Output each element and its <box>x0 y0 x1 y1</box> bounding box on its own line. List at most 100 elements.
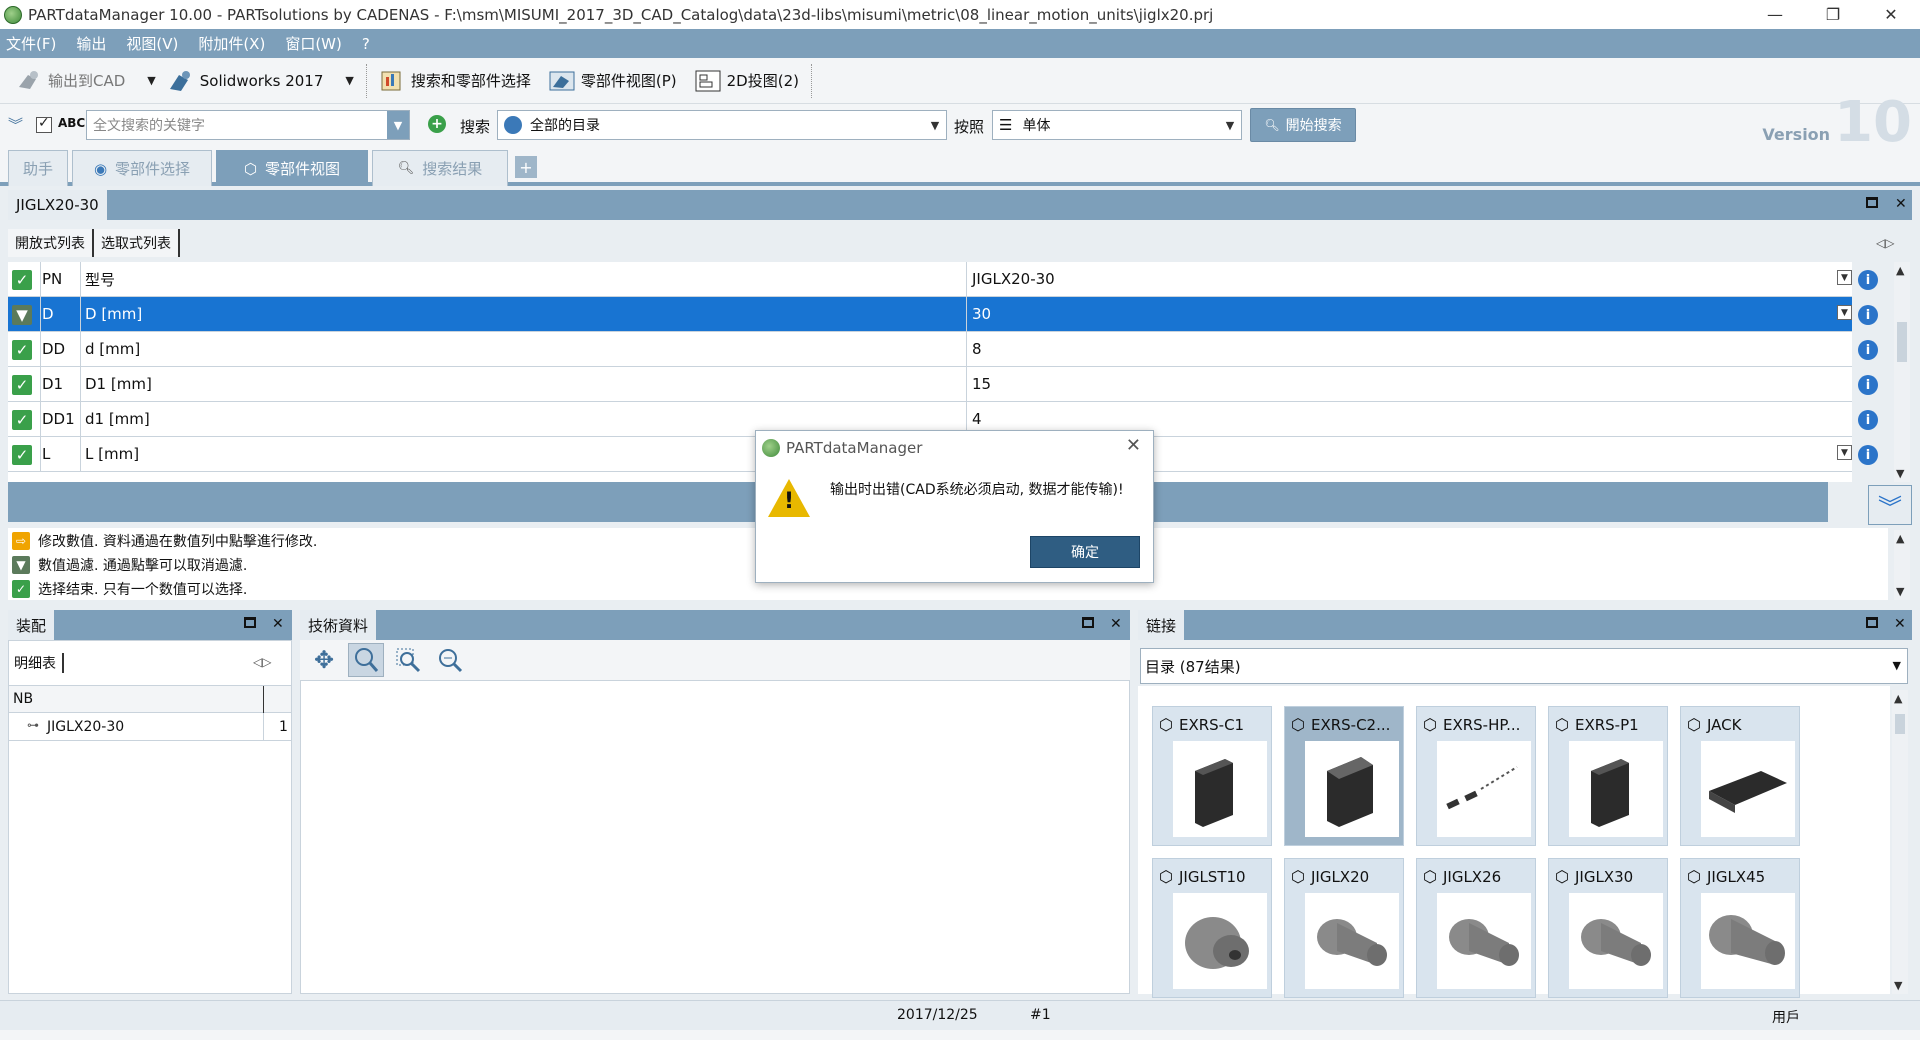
zoom-fit-icon[interactable] <box>432 643 468 677</box>
maximize-icon[interactable] <box>1866 616 1878 632</box>
add-search-icon[interactable]: + <box>428 115 446 133</box>
tech-drawing-area[interactable] <box>300 680 1130 994</box>
part-cube-icon: ⬡ <box>1291 715 1305 734</box>
table-row[interactable]: ▼ D D [mm] 30 ▼ <box>8 297 1852 332</box>
link-thumbnail[interactable]: ⬡ EXRS-HP... <box>1416 706 1536 846</box>
tab-bom[interactable]: 明细表 <box>8 653 64 673</box>
links-scrollbar[interactable]: ▲ ▼ <box>1892 690 1908 994</box>
start-search-button[interactable]: 🔍︎ 開始搜索 <box>1250 108 1356 142</box>
chevron-down-icon[interactable]: ▼ <box>387 111 409 139</box>
search-and-select-button[interactable]: 搜索和零部件选择 <box>373 63 537 99</box>
arrow-right-icon: ⇨ <box>12 532 30 550</box>
pan-icon[interactable]: ✥ <box>306 643 342 677</box>
maximize-icon[interactable] <box>244 616 256 632</box>
zoom-icon[interactable] <box>348 643 384 677</box>
close-icon[interactable]: ✕ <box>272 616 284 632</box>
info-icon[interactable]: i <box>1858 410 1878 430</box>
chevron-down-icon[interactable]: ▼ <box>924 111 946 139</box>
scroll-left-right-icon[interactable]: ◁▷ <box>1876 236 1894 250</box>
restore-button[interactable]: ❐ <box>1804 0 1862 29</box>
link-thumbnail[interactable]: ⬡ EXRS-C1 <box>1152 706 1272 846</box>
ok-button[interactable]: 确定 <box>1030 536 1140 568</box>
menu-addons[interactable]: 附加件(X) <box>198 33 265 54</box>
abc-checkbox[interactable] <box>36 115 52 133</box>
expand-chevron-icon[interactable]: ︾ <box>8 114 23 135</box>
keyword-search-input[interactable]: 全文搜索的关键字 ▼ <box>86 110 410 140</box>
info-icon[interactable]: i <box>1858 305 1878 325</box>
link-thumbnail[interactable]: ⬡ JIGLX20 <box>1284 858 1404 998</box>
column-nb: NB <box>13 691 34 707</box>
chevron-up-icon[interactable]: ▲ <box>1896 264 1904 277</box>
minimize-button[interactable]: — <box>1746 0 1804 29</box>
table-row[interactable]: ✓ DD d [mm] 8 <box>8 332 1852 367</box>
info-icon[interactable]: i <box>1858 445 1878 465</box>
chevron-down-icon[interactable]: ▼ <box>1837 445 1852 460</box>
tab-assistant[interactable]: 助手 <box>8 150 68 186</box>
link-thumbnail[interactable]: ⬡ JIGLX45 <box>1680 858 1800 998</box>
links-catalog-dropdown[interactable]: 目录 (87结果) ▼ <box>1140 648 1908 684</box>
search-mode-selector[interactable]: ☰ 单体 ▼ <box>992 110 1242 140</box>
maximize-icon[interactable] <box>1082 616 1094 632</box>
table-row[interactable]: ✓ D1 D1 [mm] 15 <box>8 367 1852 402</box>
tab-open-list[interactable]: 開放式列表 <box>8 229 94 257</box>
link-thumbnail[interactable]: ⬡ JIGLX26 <box>1416 858 1536 998</box>
chevron-down-icon[interactable]: ▼ <box>1837 305 1852 320</box>
link-thumbnail[interactable]: ⬡ JIGLX30 <box>1548 858 1668 998</box>
close-button[interactable]: ✕ <box>1862 0 1920 29</box>
row-value[interactable]: 30 <box>972 305 991 323</box>
info-icon[interactable]: i <box>1858 340 1878 360</box>
menu-export[interactable]: 输出 <box>76 33 106 54</box>
catalog-selector[interactable]: 全部的目录 ▼ <box>497 110 947 140</box>
row-value[interactable]: JIGLX20-30 <box>972 270 1055 288</box>
chevron-down-icon[interactable]: ▼ <box>345 74 353 87</box>
tab-part-view[interactable]: ⬡ 零部件视图 <box>216 150 368 186</box>
chevron-up-icon[interactable]: ▲ <box>1896 532 1904 545</box>
link-thumbnail[interactable]: ⬡ EXRS-C2... <box>1284 706 1404 846</box>
scroll-left-right-icon[interactable]: ◁▷ <box>253 655 271 669</box>
chevron-down-icon[interactable]: ▼ <box>147 74 155 87</box>
info-icon[interactable]: i <box>1858 375 1878 395</box>
zoom-window-icon[interactable] <box>390 643 426 677</box>
info-icon[interactable]: i <box>1858 270 1878 290</box>
tree-item[interactable]: ⊶ JIGLX20-30 1 <box>9 713 291 741</box>
collapse-chevron-icon[interactable]: ︾ <box>1868 485 1912 525</box>
tab-pick-list[interactable]: 选取式列表 <box>94 229 180 257</box>
scroll-thumb[interactable] <box>1895 714 1905 734</box>
messages-scrollbar[interactable]: ▲ ▼ <box>1894 530 1910 600</box>
close-icon[interactable]: ✕ <box>1126 435 1141 456</box>
close-icon[interactable]: ✕ <box>1894 616 1906 632</box>
row-value[interactable]: 8 <box>972 340 982 358</box>
link-thumbnail[interactable]: ⬡ JACK <box>1680 706 1800 846</box>
close-icon[interactable]: ✕ <box>1110 616 1122 632</box>
chevron-down-icon[interactable]: ▼ <box>1896 467 1904 480</box>
chevron-down-icon[interactable]: ▼ <box>1219 111 1241 139</box>
row-value[interactable]: 4 <box>972 410 982 428</box>
link-thumbnail[interactable]: ⬡ EXRS-P1 <box>1548 706 1668 846</box>
tab-part-selection[interactable]: ◉ 零部件选择 <box>72 150 212 186</box>
tab-search-results[interactable]: 🔍︎ 搜索结果 <box>372 150 508 186</box>
export-to-cad-button[interactable]: 输出到CAD ▼ <box>10 63 162 99</box>
chevron-up-icon[interactable]: ▲ <box>1894 692 1902 705</box>
table-scrollbar[interactable]: ▲ ▼ <box>1894 262 1910 482</box>
close-icon[interactable]: ✕ <box>1895 196 1907 212</box>
chevron-down-icon[interactable]: ▼ <box>1837 270 1852 285</box>
menu-window[interactable]: 窗口(W) <box>285 33 342 54</box>
scroll-thumb[interactable] <box>1897 322 1907 362</box>
part-view-button[interactable]: 零部件视图(P) <box>543 63 683 99</box>
row-value[interactable]: 15 <box>972 375 991 393</box>
menu-file[interactable]: 文件(F) <box>6 33 56 54</box>
chevron-down-icon[interactable]: ▼ <box>1896 585 1904 598</box>
version-badge: Version 10 <box>1762 95 1912 151</box>
menu-view[interactable]: 视图(V) <box>126 33 178 54</box>
version-number: 10 <box>1834 90 1912 155</box>
add-tab-button[interactable]: + <box>515 156 537 178</box>
cad-system-selector[interactable]: Solidworks 2017 ▼ <box>162 63 360 99</box>
menu-help[interactable]: ? <box>362 35 370 53</box>
maximize-icon[interactable] <box>1866 196 1878 212</box>
chevron-down-icon[interactable]: ▼ <box>1894 979 1902 992</box>
links-panel-title: 链接 <box>1138 610 1185 640</box>
drawing-2d-button[interactable]: 2D投图(2) <box>689 63 805 99</box>
table-row[interactable]: ✓ PN 型号 JIGLX20-30 ▼ <box>8 262 1852 297</box>
link-thumbnail[interactable]: ⬡ JIGLST10 <box>1152 858 1272 998</box>
chevron-down-icon[interactable]: ▼ <box>1893 659 1901 672</box>
